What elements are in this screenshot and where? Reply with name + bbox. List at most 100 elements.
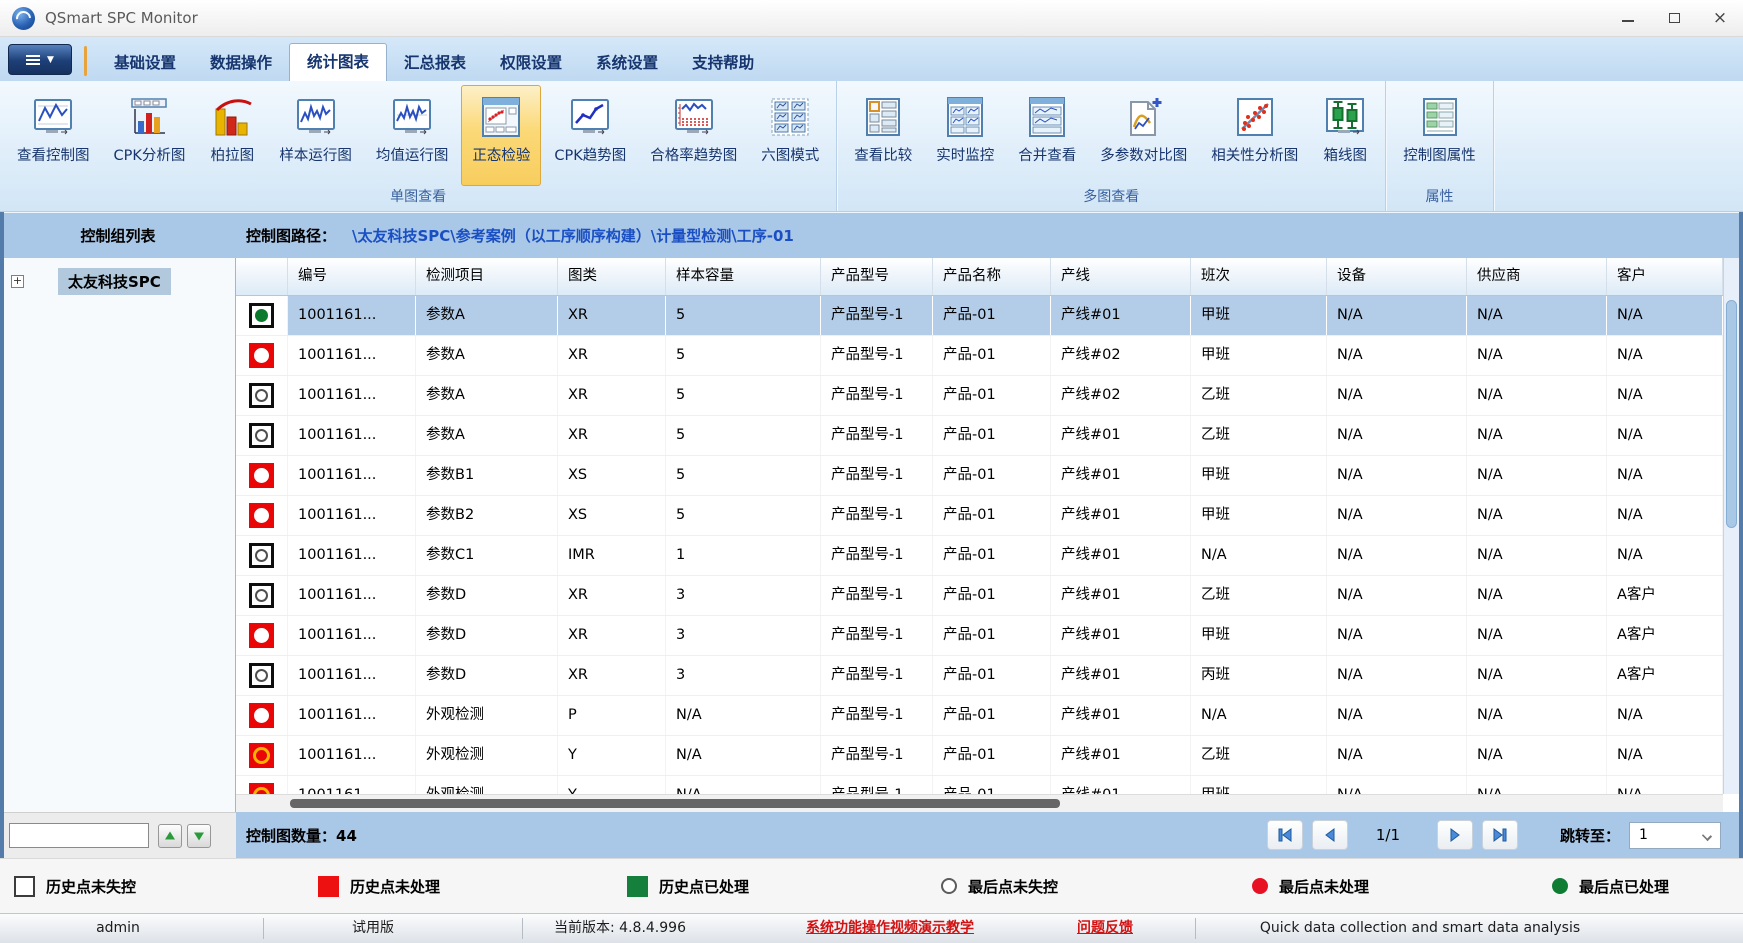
realtime-monitor-button[interactable]: 实时监控 [925, 85, 1005, 186]
table-row[interactable]: 1001161...参数AXR5产品型号-1产品-01产线#01甲班N/AN/A… [236, 296, 1723, 336]
last-page-button[interactable] [1482, 820, 1518, 850]
horizontal-scrollbar-thumb[interactable] [290, 799, 1060, 808]
ribbon-button-label: 六图模式 [761, 144, 819, 165]
table-cell: 产线#01 [1051, 736, 1191, 775]
horizontal-scrollbar[interactable] [236, 794, 1723, 812]
view-compare-button[interactable]: 查看比较 [843, 85, 923, 186]
multi-param-compare-button[interactable]: 多参数对比图 [1089, 85, 1198, 186]
tab-permission-settings[interactable]: 权限设置 [483, 45, 579, 81]
table-row[interactable]: 1001161...参数AXR5产品型号-1产品-01产线#02甲班N/AN/A… [236, 336, 1723, 376]
tab-support-help[interactable]: 支持帮助 [675, 45, 771, 81]
vertical-scrollbar-thumb[interactable] [1726, 300, 1737, 528]
app-menu-button[interactable]: ▼ [8, 44, 72, 75]
table-cell: XR [558, 656, 666, 695]
table-cell: 产品型号-1 [821, 576, 933, 615]
ribbon-button-label: 查看比较 [854, 144, 912, 165]
table-cell: 1001161... [288, 736, 416, 775]
legend-white-square-icon [14, 876, 35, 897]
ribbon-button-label: 正态检验 [472, 144, 530, 165]
pareto-button[interactable]: 柏拉图 [198, 85, 266, 186]
tree-root-item[interactable]: 太友科技SPC [58, 268, 171, 295]
chart-count-label: 控制图数量：44 [246, 825, 357, 846]
table-cell: 1001161... [288, 456, 416, 495]
vertical-scrollbar[interactable] [1723, 258, 1739, 794]
cpk-trend-button[interactable]: CPK趋势图 [543, 85, 637, 186]
table-cell: N/A [1607, 376, 1723, 415]
table-row[interactable]: 1001161...参数B2XS5产品型号-1产品-01产线#01甲班N/AN/… [236, 496, 1723, 536]
normality-test-button[interactable]: 正态检验 [461, 85, 541, 186]
column-header-status[interactable] [236, 258, 288, 295]
table-cell: 产品型号-1 [821, 776, 933, 794]
next-page-button[interactable] [1437, 820, 1473, 850]
table-cell: 产品-01 [933, 456, 1051, 495]
pagination-bar: 控制图数量：44 1/1 跳转至： 1 [236, 812, 1743, 858]
tab-data-operations[interactable]: 数据操作 [193, 45, 289, 81]
table-cell: 产线#01 [1051, 656, 1191, 695]
minimize-button[interactable] [1605, 0, 1651, 36]
column-header-3[interactable]: 图类 [558, 258, 666, 295]
close-button[interactable]: × [1697, 0, 1743, 36]
table-row[interactable]: 1001161...外观检测PN/A产品型号-1产品-01产线#01N/AN/A… [236, 696, 1723, 736]
tree-expander-icon[interactable]: + [11, 275, 24, 288]
column-header-5[interactable]: 产品型号 [821, 258, 933, 295]
table-row[interactable]: 1001161...参数AXR5产品型号-1产品-01产线#02乙班N/AN/A… [236, 376, 1723, 416]
table-cell: N/A [1327, 416, 1467, 455]
table-row[interactable]: 1001161...外观检测YN/A产品型号-1产品-01产线#01甲班N/AN… [236, 776, 1723, 794]
video-tutorial-link[interactable]: 系统功能操作视频演示教学 [740, 914, 1040, 943]
move-up-button[interactable] [158, 824, 182, 848]
mean-run-button[interactable]: 均值运行图 [365, 85, 460, 186]
maximize-button[interactable] [1651, 0, 1697, 36]
move-down-button[interactable] [187, 824, 211, 848]
view-control-chart-button[interactable]: 查看控制图 [6, 85, 101, 186]
first-page-button[interactable] [1267, 820, 1303, 850]
cpk-analysis-button[interactable]: CPK分析图 [103, 85, 197, 186]
ribbon-buttons: 查看控制图CPK分析图柏拉图样本运行图均值运行图正态检验 CPK趋势图合格率趋势图… [2, 81, 834, 186]
status-icon [249, 583, 274, 608]
column-header-7[interactable]: 产线 [1051, 258, 1191, 295]
status-cell [236, 696, 288, 735]
table-row[interactable]: 1001161...参数DXR3产品型号-1产品-01产线#01乙班N/AN/A… [236, 576, 1723, 616]
column-header-6[interactable]: 产品名称 [933, 258, 1051, 295]
table-cell: 3 [666, 616, 821, 655]
table-row[interactable]: 1001161...参数AXR5产品型号-1产品-01产线#01乙班N/AN/A… [236, 416, 1723, 456]
status-icon [249, 503, 274, 528]
tab-system-settings[interactable]: 系统设置 [579, 45, 675, 81]
column-header-2[interactable]: 检测项目 [416, 258, 558, 295]
boxplot-button[interactable]: 箱线图 [1311, 85, 1379, 186]
column-header-4[interactable]: 样本容量 [666, 258, 821, 295]
table-row[interactable]: 1001161...参数DXR3产品型号-1产品-01产线#01甲班N/AN/A… [236, 616, 1723, 656]
ribbon-button-label: CPK趋势图 [554, 144, 626, 165]
table-cell: 丙班 [1191, 656, 1327, 695]
merge-view-button[interactable]: 合并查看 [1007, 85, 1087, 186]
column-header-1[interactable]: 编号 [288, 258, 416, 295]
tab-summary-reports[interactable]: 汇总报表 [387, 45, 483, 81]
table-cell: 5 [666, 296, 821, 335]
legend-item: 最后点已处理 [1552, 859, 1669, 913]
chart-properties-button[interactable]: 控制图属性 [1392, 85, 1487, 186]
column-header-8[interactable]: 班次 [1191, 258, 1327, 295]
correlation-button[interactable]: 相关性分析图 [1200, 85, 1309, 186]
table-row[interactable]: 1001161...参数B1XS5产品型号-1产品-01产线#01甲班N/AN/… [236, 456, 1723, 496]
feedback-link[interactable]: 问题反馈 [1040, 914, 1170, 943]
table-row[interactable]: 1001161...参数DXR3产品型号-1产品-01产线#01丙班N/AN/A… [236, 656, 1723, 696]
six-chart-mode-button[interactable]: 六图模式 [750, 85, 830, 186]
table-cell: N/A [1467, 776, 1607, 794]
tab-statistical-charts[interactable]: 统计图表 [289, 43, 387, 81]
table-cell: XR [558, 576, 666, 615]
jump-to-page-dropdown[interactable]: 1 [1629, 822, 1721, 849]
pass-rate-trend-button[interactable]: 合格率趋势图 [639, 85, 748, 186]
status-icon [249, 303, 274, 328]
column-header-10[interactable]: 供应商 [1467, 258, 1607, 295]
table-cell: A客户 [1607, 616, 1723, 655]
tab-basic-settings[interactable]: 基础设置 [97, 45, 193, 81]
table-row[interactable]: 1001161...外观检测YN/A产品型号-1产品-01产线#01乙班N/AN… [236, 736, 1723, 776]
table-cell: N/A [1467, 696, 1607, 735]
prev-page-button[interactable] [1312, 820, 1348, 850]
table-row[interactable]: 1001161...参数C1IMR1产品型号-1产品-01产线#01N/AN/A… [236, 536, 1723, 576]
table-cell: 3 [666, 576, 821, 615]
group-filter-input[interactable] [9, 823, 149, 848]
mean-run-icon [389, 91, 435, 143]
sample-run-button[interactable]: 样本运行图 [268, 85, 363, 186]
column-header-11[interactable]: 客户 [1607, 258, 1723, 295]
column-header-9[interactable]: 设备 [1327, 258, 1467, 295]
